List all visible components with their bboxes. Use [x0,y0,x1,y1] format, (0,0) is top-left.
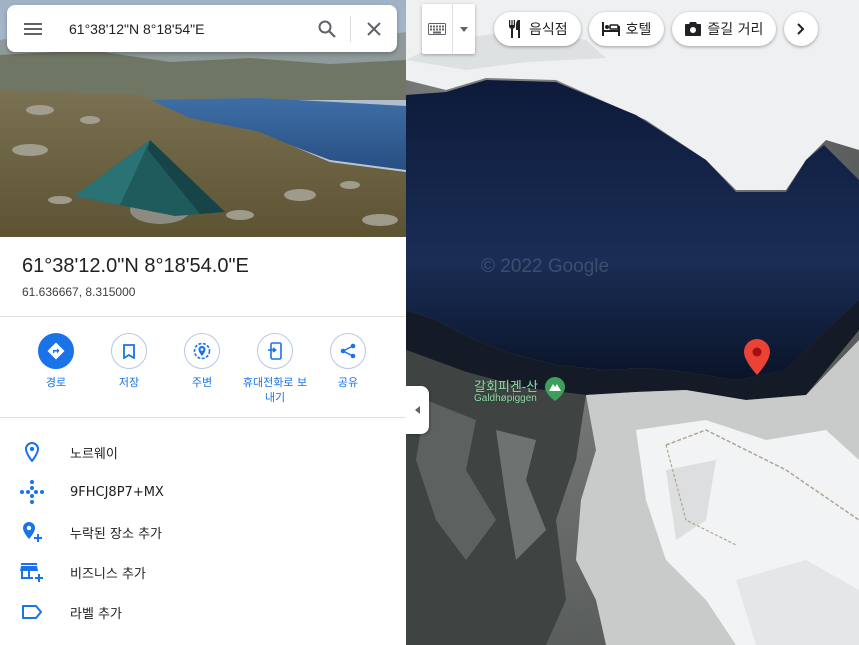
info-text: 라벨 추가 [70,606,122,622]
action-label: 경로 [45,376,67,389]
chevron-right-icon [797,23,805,35]
save-circle [111,333,147,369]
action-buttons: 경로 저장 주변 휴대전화로 보내기 공유 [20,333,392,413]
bookmark-icon [123,343,135,359]
info-row-add-place[interactable]: 누락된 장소 추가 [0,512,406,552]
place-title: 61°38'12.0"N 8°18'54.0"E [22,255,249,277]
clear-search-button[interactable] [351,5,397,52]
collapse-panel-button[interactable] [406,386,429,434]
directions-circle [38,333,74,369]
caret-down-icon [460,26,468,32]
chips-scroll-right-button[interactable] [784,12,819,46]
send-to-phone-button[interactable]: 휴대전화로 보내기 [239,333,311,405]
menu-button[interactable] [7,5,59,52]
action-label: 휴대전화로 보내기 [242,376,308,404]
hamburger-menu-icon [24,22,42,35]
category-chips: 음식점 호텔 즐길 거리 [494,12,819,46]
restaurant-icon [509,20,520,38]
chip-label: 즐길 거리 [707,22,764,38]
peak-sublabel[interactable]: Galdhøpiggen [474,393,537,404]
info-text: 비즈니스 추가 [70,566,146,582]
nearby-button[interactable]: 주변 [166,333,238,390]
search-icon [318,20,336,38]
close-icon [367,21,381,36]
info-row-plus-code[interactable]: 9FHCJ8P7+MX [0,472,406,512]
chip-label: 호텔 [625,22,652,38]
decimal-coordinates: 61.636667, 8.315000 [22,285,136,299]
save-button[interactable]: 저장 [93,333,165,390]
action-label: 주변 [191,376,213,389]
hotel-icon [601,22,620,36]
chip-hotels[interactable]: 호텔 [588,12,665,46]
label-icon [22,605,42,619]
divider [0,417,406,418]
location-marker-icon[interactable] [744,339,770,375]
input-tools-dropdown[interactable] [453,4,475,54]
keyboard-icon [428,23,446,35]
search-input[interactable]: 61°38'12"N 8°18'54"E [59,21,304,37]
info-text: 누락된 장소 추가 [70,526,162,542]
action-label: 저장 [118,376,140,389]
directions-icon [47,342,65,360]
info-text: 노르웨이 [70,446,118,462]
camera-icon [685,22,702,36]
nearby-circle [184,333,220,369]
info-row-add-business[interactable]: 비즈니스 추가 [0,552,406,592]
nearby-icon [193,342,211,360]
send-to-phone-icon [268,342,282,360]
add-place-icon [23,522,42,542]
info-row-country[interactable]: 노르웨이 [0,432,406,472]
satellite-map[interactable]: © 2022 Google 갈회피겐-산 Galdhøpiggen [406,0,859,645]
chip-label: 음식점 [529,22,568,38]
chip-attractions[interactable]: 즐길 거리 [672,12,777,46]
info-list: 노르웨이 9FHCJ8P7+MX 누락된 장소 추가 비즈니스 추가 라벨 추가 [0,432,406,632]
info-text: 9FHCJ8P7+MX [70,484,164,500]
search-box: 61°38'12"N 8°18'54"E [7,5,397,52]
search-button[interactable] [304,5,350,52]
info-row-add-label[interactable]: 라벨 추가 [0,592,406,632]
share-icon [340,343,356,359]
input-tools [422,4,475,54]
plus-code-icon [20,480,44,504]
keyboard-button[interactable] [422,4,453,54]
mountain-peak-icon[interactable] [545,377,565,401]
map-watermark: © 2022 Google [481,256,610,277]
caret-left-icon [415,406,420,414]
action-label: 공유 [337,376,359,389]
share-circle [330,333,366,369]
share-button[interactable]: 공유 [312,333,384,390]
divider [0,316,406,317]
add-business-icon [20,563,43,582]
side-panel: 61°38'12"N 8°18'54"E 61°38'12.0"N 8°18'5… [0,0,406,645]
send-to-phone-circle [257,333,293,369]
location-pin-icon [25,442,39,462]
chip-restaurants[interactable]: 음식점 [494,12,581,46]
directions-button[interactable]: 경로 [20,333,92,390]
map-imagery [406,0,859,645]
